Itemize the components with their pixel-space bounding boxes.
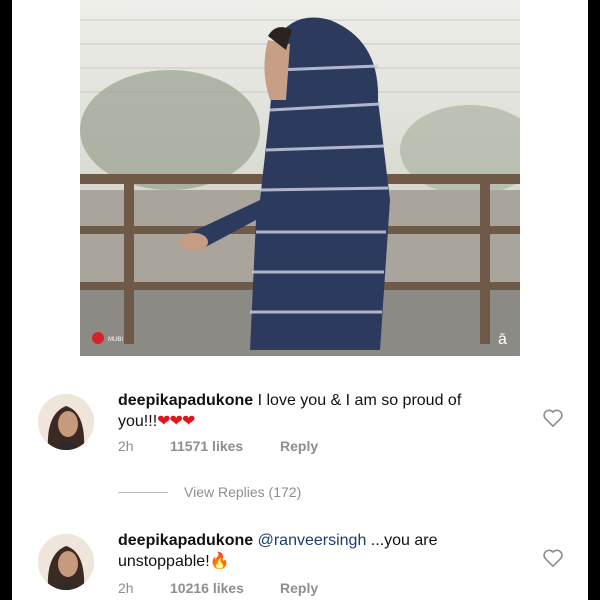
- screenshot-frame: MUBI ā deepikapadukone I love you & I am…: [0, 0, 600, 600]
- avatar[interactable]: [38, 534, 94, 590]
- comments-panel: MUBI ā deepikapadukone I love you & I am…: [12, 0, 588, 600]
- avatar-image: [38, 534, 94, 590]
- fire-emoji: 🔥: [209, 553, 230, 570]
- comment-likes[interactable]: 11571 likes: [170, 438, 280, 454]
- heart-emoji: ❤❤❤: [157, 413, 195, 430]
- image-watermark: ā: [498, 331, 507, 348]
- view-replies-button[interactable]: View Replies (172): [118, 484, 301, 500]
- comment-meta: 2h 10216 likes Reply: [118, 580, 318, 596]
- post-photo: MUBI ā: [80, 0, 520, 356]
- comment-text: deepikapadukone @ranveersingh ...you are…: [118, 530, 498, 572]
- comment-meta: 2h 11571 likes Reply: [118, 438, 318, 454]
- heart-outline-icon[interactable]: [542, 408, 564, 428]
- comment-likes[interactable]: 10216 likes: [170, 580, 280, 596]
- avatar-image: [38, 394, 94, 450]
- avatar[interactable]: [38, 394, 94, 450]
- heart-outline-icon[interactable]: [542, 548, 564, 568]
- comment-username[interactable]: deepikapadukone: [118, 392, 253, 409]
- reply-button[interactable]: Reply: [280, 438, 318, 454]
- view-replies-label: View Replies (172): [184, 484, 302, 500]
- comment-time: 2h: [118, 580, 134, 596]
- reply-button[interactable]: Reply: [280, 580, 318, 596]
- comment-mention[interactable]: @ranveersingh: [258, 532, 367, 549]
- comment-text: deepikapadukone I love you & I am so pro…: [118, 390, 498, 432]
- image-badge: MUBI: [108, 337, 123, 343]
- comment-username[interactable]: deepikapadukone: [118, 532, 253, 549]
- post-image[interactable]: MUBI ā: [80, 0, 520, 356]
- divider-line: [118, 491, 168, 493]
- comment-time: 2h: [118, 438, 134, 454]
